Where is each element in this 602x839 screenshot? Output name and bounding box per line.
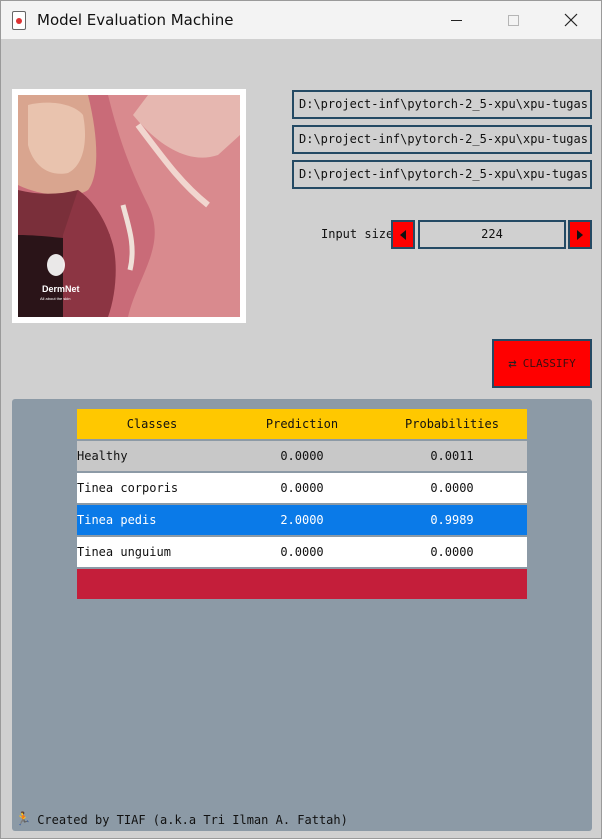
arrow-right-icon [577,229,583,240]
svg-text:All about the skin: All about the skin [40,296,70,301]
maximize-icon [507,14,519,26]
prediction-cell: 0.0000 [280,449,324,463]
model-path-field[interactable]: D:\project-inf\pytorch-2_5-xpu\xpu-tugas… [292,90,592,119]
header-prediction: Prediction [265,417,339,431]
skin-lesion-image: DermNet All about the skin [18,95,240,317]
results-panel: Classes Prediction Probabilities Healthy… [12,399,592,831]
minimize-icon [450,19,462,21]
classify-label: CLASSIFY [522,357,576,370]
svg-text:DermNet: DermNet [42,284,80,294]
app-document-icon [12,11,26,30]
input-size-label: Input size: [321,227,401,241]
image-preview-frame: DermNet All about the skin [12,89,246,323]
weights-path-field[interactable]: D:\project-inf\pytorch-2_5-xpu\xpu-tugas… [292,125,592,154]
probability-cell: 0.0011 [430,449,474,463]
probability-cell: 0.9989 [430,513,474,527]
class-cell: Tinea pedis [77,513,157,527]
close-button[interactable] [548,1,594,39]
table-header: Classes Prediction Probabilities [77,409,527,439]
class-cell: Tinea corporis [77,481,179,495]
header-classes: Classes [126,417,178,431]
prediction-cell: 0.0000 [280,481,324,495]
table-row[interactable]: Tinea unguium 0.0000 0.0000 [77,537,527,567]
prediction-cell: 2.0000 [280,513,324,527]
skin-image-preview: DermNet All about the skin [18,95,240,317]
decrease-size-button[interactable] [391,220,415,249]
credit-footer: 🏃 Created by TIAF (a.k.a Tri Ilman A. Fa… [15,812,348,827]
prediction-cell: 0.0000 [280,545,324,559]
image-path-field[interactable]: D:\project-inf\pytorch-2_5-xpu\xpu-tugas… [292,160,592,189]
table-row[interactable]: Healthy 0.0000 0.0011 [77,441,527,471]
title-bar: Model Evaluation Machine [1,1,601,39]
class-cell: Healthy [77,449,128,463]
increase-size-button[interactable] [568,220,592,249]
swap-arrows-icon: ⇄ [508,355,517,372]
maximize-button[interactable] [490,1,536,39]
close-icon [564,13,578,27]
input-size-value[interactable]: 224 [418,220,566,249]
table-row[interactable]: Tinea corporis 0.0000 0.0000 [77,473,527,503]
arrow-left-icon [400,229,406,240]
classify-button[interactable]: ⇄ CLASSIFY [492,339,592,388]
window-title: Model Evaluation Machine [37,11,234,29]
header-probabilities: Probabilities [405,417,499,431]
results-table: Classes Prediction Probabilities Healthy… [77,409,527,599]
table-footer-bar [77,569,527,599]
class-cell: Tinea unguium [77,545,171,559]
table-row-selected[interactable]: Tinea pedis 2.0000 0.9989 [77,505,527,535]
minimize-button[interactable] [433,1,479,39]
runner-icon: 🏃 [15,812,32,827]
probability-cell: 0.0000 [430,545,474,559]
probability-cell: 0.0000 [430,481,474,495]
credit-text: Created by TIAF (a.k.a Tri Ilman A. Fatt… [37,812,348,827]
app-window: Model Evaluation Machine DermNet All abo… [0,0,602,839]
